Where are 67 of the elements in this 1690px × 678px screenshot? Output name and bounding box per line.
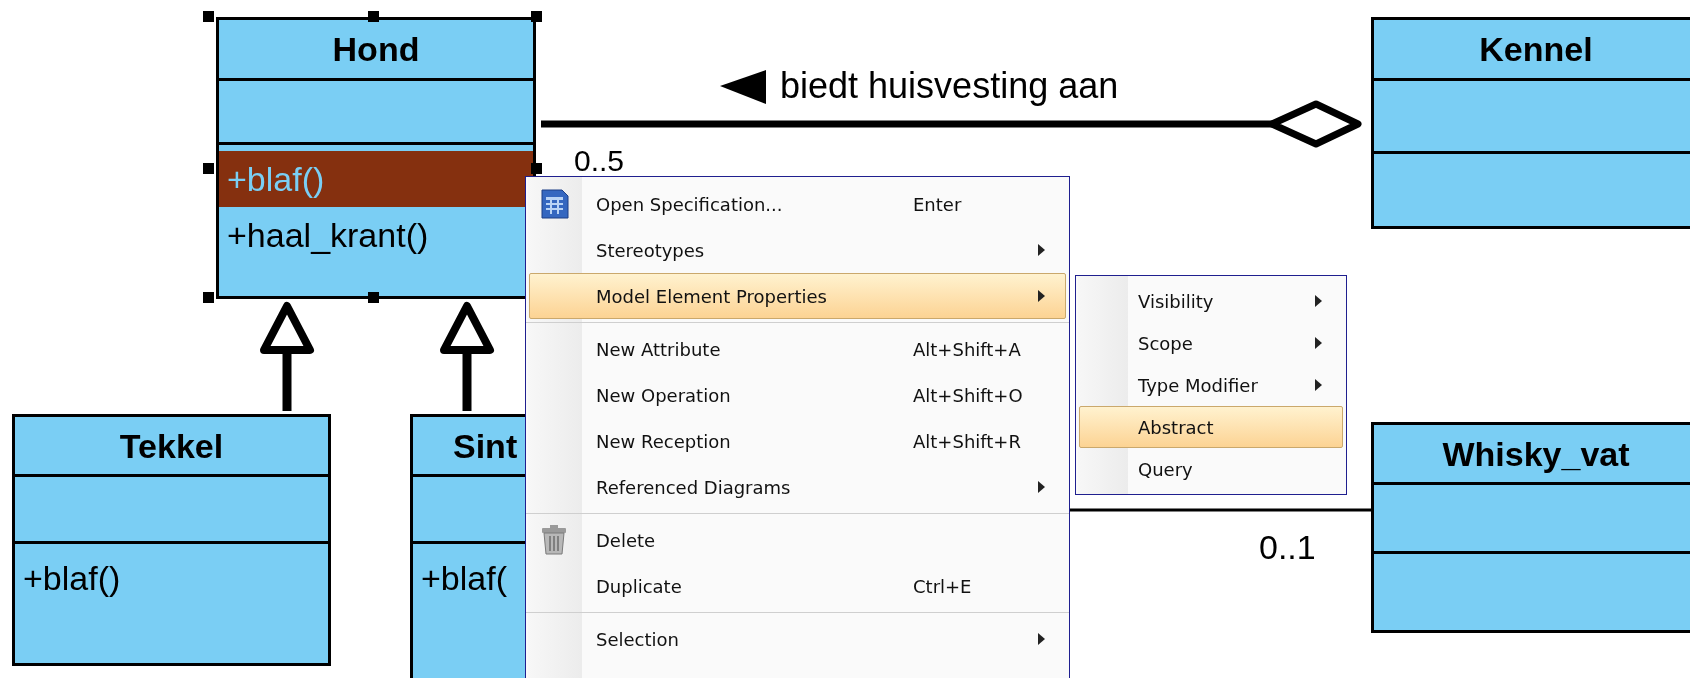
class-box[interactable]: Hond +blaf() +haal_krant() <box>216 17 536 299</box>
menu-item[interactable]: Duplicate Ctrl+E <box>529 563 1066 609</box>
resize-handle[interactable] <box>368 11 379 22</box>
menu-item-label: Type Modifier <box>1138 373 1259 398</box>
menu-item[interactable]: New Attribute Alt+Shift+A <box>529 326 1066 372</box>
submenu-arrow-icon <box>1038 290 1045 302</box>
operation-row[interactable]: +blaf() <box>15 550 328 606</box>
association-label: biedt huisvesting aan <box>780 68 1119 104</box>
menu-item[interactable]: Scope <box>1079 322 1343 364</box>
class-name: Whisky_vat <box>1442 436 1630 471</box>
resize-handle[interactable] <box>531 163 542 174</box>
menu-item[interactable]: Delete <box>529 517 1066 563</box>
menu-item[interactable]: Selection <box>529 616 1066 662</box>
menu-item-label: Model Element Properties <box>596 284 828 309</box>
class-name: Sint <box>453 428 518 463</box>
submenu-arrow-icon <box>1315 295 1322 307</box>
menu-item-label: Selection <box>596 627 680 652</box>
operation-row[interactable]: +blaf() <box>219 151 533 207</box>
submenu-arrow-icon <box>1038 481 1045 493</box>
class-name: Tekkel <box>119 428 224 463</box>
menu-item-label: New Operation <box>596 383 732 408</box>
trash-icon <box>541 525 567 555</box>
multiplicity-label: 0..1 <box>1259 530 1316 564</box>
resize-handle[interactable] <box>531 11 542 22</box>
class-box[interactable]: Kennel <box>1371 17 1690 229</box>
class-box[interactable]: Whisky_vat <box>1371 422 1690 633</box>
document-icon <box>541 189 569 219</box>
menu-item-label: Delete <box>596 528 657 553</box>
menu-item-label: Scope <box>1138 331 1194 356</box>
class-name: Kennel <box>1479 32 1593 66</box>
menu-item-label: Visibility <box>1138 289 1215 314</box>
submenu-arrow-icon <box>1315 379 1322 391</box>
menu-item-label: Referenced Diagrams <box>596 475 792 500</box>
menu-item[interactable]: Model Element Properties <box>529 273 1066 319</box>
class-box[interactable]: Tekkel +blaf() <box>12 414 331 666</box>
resize-handle[interactable] <box>203 292 214 303</box>
menu-item[interactable]: New Operation Alt+Shift+O <box>529 372 1066 418</box>
shortcut-text: Alt+Shift+A <box>913 337 1022 362</box>
generalization-arrow[interactable] <box>260 302 314 411</box>
menu-item[interactable]: New Reception Alt+Shift+R <box>529 418 1066 464</box>
shortcut-text: Ctrl+E <box>913 574 973 599</box>
submenu-arrow-icon <box>1038 244 1045 256</box>
menu-item-label: New Attribute <box>596 337 722 362</box>
menu-item-label: Open Specification... <box>596 192 784 217</box>
menu-item[interactable]: Visibility <box>1079 280 1343 322</box>
menu-item-label: Duplicate <box>596 574 683 599</box>
direction-arrow-icon <box>720 70 766 104</box>
menu-item[interactable]: Referenced Diagrams <box>529 464 1066 510</box>
menu-item-label: Query <box>1138 457 1194 482</box>
shortcut-text: Enter <box>913 192 963 217</box>
multiplicity-label: 0..5 <box>574 146 625 176</box>
menu-item[interactable]: Query <box>1079 448 1343 490</box>
menu-item[interactable]: Type Modifier <box>1079 364 1343 406</box>
menu-item-label: New Reception <box>596 429 732 454</box>
shortcut-text: Alt+Shift+R <box>913 429 1022 454</box>
menu-item-label: Abstract <box>1138 415 1215 440</box>
class-name: Hond <box>332 32 420 66</box>
resize-handle[interactable] <box>368 292 379 303</box>
submenu-arrow-icon <box>1038 633 1045 645</box>
resize-handle[interactable] <box>203 163 214 174</box>
generalization-arrow[interactable] <box>440 302 494 411</box>
association-line[interactable] <box>1070 508 1371 512</box>
shortcut-text: Alt+Shift+O <box>913 383 1024 408</box>
menu-item-label: Stereotypes <box>596 238 706 263</box>
menu-item[interactable]: Abstract <box>1079 406 1343 448</box>
resize-handle[interactable] <box>203 11 214 22</box>
submenu-arrow-icon <box>1315 337 1322 349</box>
